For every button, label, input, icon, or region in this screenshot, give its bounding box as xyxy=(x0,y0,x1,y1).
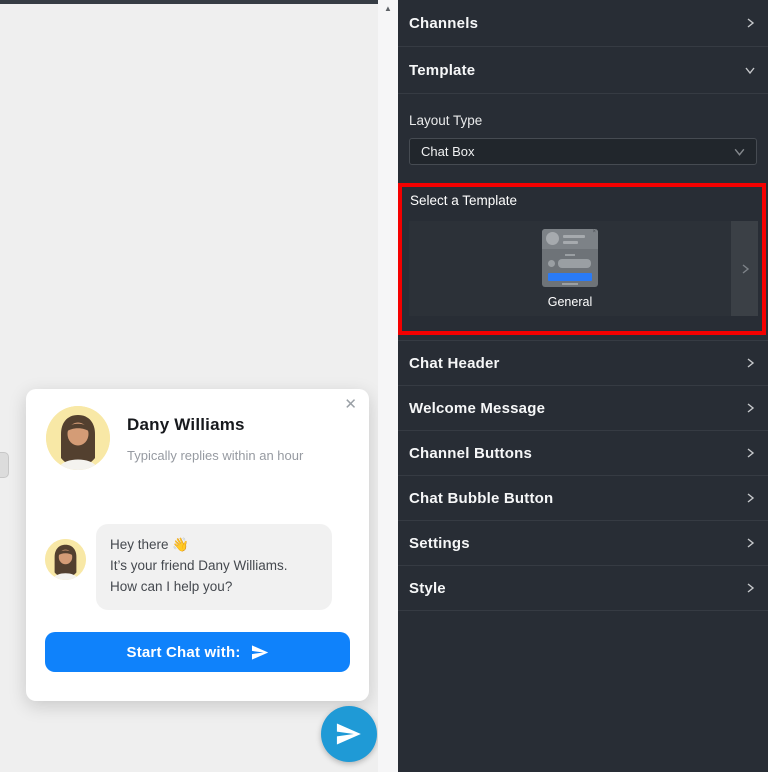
preview-top-bar xyxy=(0,0,378,4)
select-template-label: Select a Template xyxy=(410,193,517,208)
template-highlight-outline: Select a Template × xyxy=(398,183,766,335)
chat-bubble-button[interactable] xyxy=(321,706,377,762)
agent-status: Typically replies within an hour xyxy=(127,448,303,463)
chevron-down-icon xyxy=(733,145,746,158)
start-chat-label: Start Chat with: xyxy=(126,644,240,661)
section-settings[interactable]: Settings xyxy=(398,521,768,566)
scroll-up-arrow-icon[interactable]: ▲ xyxy=(378,2,398,16)
section-channel-buttons[interactable]: Channel Buttons xyxy=(398,431,768,476)
section-chat-bubble-button[interactable]: Chat Bubble Button xyxy=(398,476,768,521)
template-option-general[interactable]: × General xyxy=(409,221,731,316)
start-chat-button[interactable]: Start Chat with: xyxy=(45,632,350,672)
panel-sections: Chat Header Welcome Message Channel Butt… xyxy=(398,340,768,611)
chevron-right-icon xyxy=(744,402,756,414)
chevron-down-icon xyxy=(744,64,756,76)
section-welcome-message[interactable]: Welcome Message xyxy=(398,386,768,431)
chat-widget-preview: ✕ Dany Williams Typically replies within… xyxy=(26,389,369,701)
agent-name: Dany Williams xyxy=(127,415,245,435)
chevron-right-icon xyxy=(744,492,756,504)
chevron-right-icon xyxy=(739,262,751,276)
close-icon[interactable]: ✕ xyxy=(344,396,357,414)
chevron-right-icon xyxy=(744,357,756,369)
message-avatar xyxy=(45,539,86,580)
section-style[interactable]: Style xyxy=(398,566,768,611)
preview-scrollbar[interactable]: ▲ xyxy=(378,0,398,772)
section-label: Channels xyxy=(409,15,478,32)
telegram-plane-icon xyxy=(334,720,362,748)
chevron-right-icon xyxy=(744,17,756,29)
chevron-right-icon xyxy=(744,447,756,459)
settings-panel: Channels Template Layout Type Chat Box S… xyxy=(398,0,768,772)
chevron-right-icon xyxy=(744,537,756,549)
welcome-message-bubble: Hey there 👋 It’s your friend Dany Willia… xyxy=(96,524,332,610)
side-drag-handle[interactable] xyxy=(0,452,9,478)
agent-avatar xyxy=(46,406,110,470)
site-preview-canvas: ✕ Dany Williams Typically replies within… xyxy=(0,0,378,772)
layout-type-value: Chat Box xyxy=(421,144,474,159)
carousel-next-button[interactable] xyxy=(731,221,758,316)
chat-widget-builder: ✕ Dany Williams Typically replies within… xyxy=(0,0,768,772)
message-line: It’s your friend Dany Williams. How can … xyxy=(110,556,318,598)
paper-plane-icon xyxy=(250,643,269,662)
template-carousel: × General xyxy=(409,221,758,316)
template-thumbnail: × xyxy=(542,229,598,287)
thumb-button-bar xyxy=(548,273,592,281)
layout-type-label: Layout Type xyxy=(409,113,482,128)
thumb-close-icon: × xyxy=(592,229,596,236)
section-chat-header[interactable]: Chat Header xyxy=(398,341,768,386)
section-channels[interactable]: Channels xyxy=(398,0,768,47)
section-label: Template xyxy=(409,62,475,79)
chevron-right-icon xyxy=(744,582,756,594)
template-name: General xyxy=(548,295,592,309)
section-template[interactable]: Template xyxy=(398,47,768,94)
thumb-avatar xyxy=(546,232,559,245)
greeting-line: Hey there 👋 xyxy=(110,535,318,556)
layout-type-select[interactable]: Chat Box xyxy=(409,138,757,165)
